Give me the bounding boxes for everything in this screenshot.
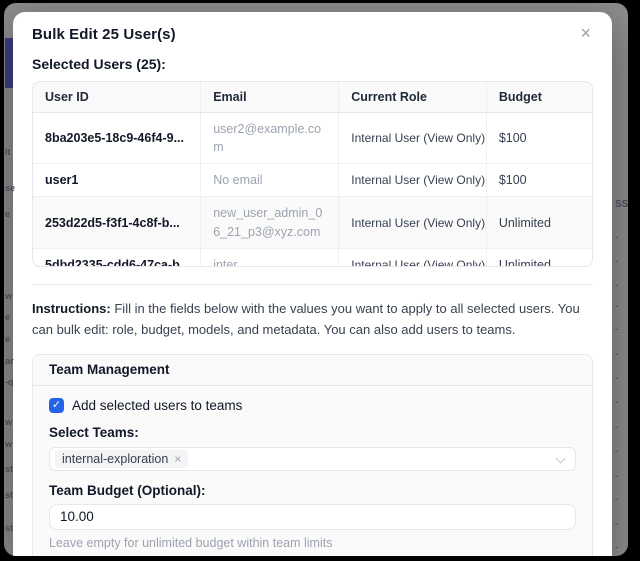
backdrop-text-fragment: w <box>5 418 12 427</box>
team-management-body: ✓ Add selected users to teams Select Tea… <box>33 386 592 556</box>
selected-users-label: Selected Users (25): <box>32 56 593 72</box>
cell-user-id: 253d22d5-f3f1-4c8f-b... <box>33 197 201 248</box>
add-users-checkbox-row[interactable]: ✓ Add selected users to teams <box>49 398 576 413</box>
cell-user-id: 5dbd2335-cdd6-47ca-b... <box>33 248 201 267</box>
table-row: user1 No email Internal User (View Only)… <box>33 164 592 197</box>
col-header-budget: Budget <box>486 82 592 113</box>
selected-team-tag-label: internal-exploration <box>62 451 168 467</box>
cell-budget: $100 <box>486 164 592 197</box>
modal-header: Bulk Edit 25 User(s) × <box>32 26 593 43</box>
selected-team-tag: internal-exploration × <box>55 450 188 468</box>
backdrop-text-fragment: -q <box>5 378 14 387</box>
backdrop-text-fragment: e <box>5 210 10 219</box>
backdrop-text-fragment: - <box>615 472 618 481</box>
section-divider <box>32 284 593 285</box>
backdrop-text-fragment: - <box>615 543 618 552</box>
backdrop-text-fragment: st <box>5 465 13 474</box>
backdrop-text-fragment: - <box>615 233 618 242</box>
dimmed-background-page: Bulk Edit 25 User(s) × Selected Users (2… <box>4 3 628 556</box>
backdrop-text-fragment: SS <box>615 200 628 210</box>
cell-email: user2@example.com <box>201 113 339 164</box>
backdrop-text-fragment: - <box>615 374 618 383</box>
cell-budget: Unlimited <box>486 248 592 267</box>
backdrop-text-fragment: w <box>5 440 12 449</box>
instructions-label: Instructions: <box>32 301 111 316</box>
backdrop-text-fragment: ar <box>5 357 14 366</box>
bulk-edit-modal: Bulk Edit 25 User(s) × Selected Users (2… <box>13 12 612 556</box>
backdrop-text-fragment: - <box>615 520 618 529</box>
col-header-user-id: User ID <box>33 82 201 113</box>
team-budget-label: Team Budget (Optional): <box>49 483 576 498</box>
table-header-row: User ID Email Current Role Budget <box>33 82 592 113</box>
backdrop-text-fragment: - <box>615 495 618 504</box>
backdrop-text-fragment: - <box>615 257 618 266</box>
team-management-section: Team Management ✓ Add selected users to … <box>32 354 593 556</box>
cell-email: No email <box>201 164 339 197</box>
backdrop-text-fragment: lt <box>5 148 11 157</box>
backdrop-text-fragment: - <box>615 350 618 359</box>
cell-role: Internal User (View Only) <box>339 197 487 248</box>
chevron-down-icon[interactable] <box>556 453 566 463</box>
add-users-checkbox[interactable]: ✓ <box>49 398 64 413</box>
cell-user-id: user1 <box>33 164 201 197</box>
team-budget-input[interactable] <box>49 504 576 530</box>
table-row: 253d22d5-f3f1-4c8f-b... new_user_admin_0… <box>33 197 592 248</box>
cell-role: Internal User (View Only) <box>339 248 487 267</box>
budget-helper-text: Leave empty for unlimited budget within … <box>49 536 576 550</box>
backdrop-text-fragment: - <box>615 281 618 290</box>
cell-budget: Unlimited <box>486 197 592 248</box>
instructions-body: Fill in the fields below with the values… <box>32 301 580 337</box>
col-header-email: Email <box>201 82 339 113</box>
backdrop-text-fragment: w <box>5 292 12 301</box>
backdrop-text-fragment: e <box>5 313 10 322</box>
cell-email: new_user_admin_06_21_p3@xyz.com <box>201 197 339 248</box>
backdrop-text-fragment: - <box>615 447 618 456</box>
selected-users-table[interactable]: User ID Email Current Role Budget 8ba203… <box>32 81 593 267</box>
cell-budget: $100 <box>486 113 592 164</box>
modal-title: Bulk Edit 25 User(s) <box>32 26 176 43</box>
select-teams-label: Select Teams: <box>49 425 576 440</box>
backdrop-text-fragment: - <box>615 325 618 334</box>
instructions-text: Instructions: Fill in the fields below w… <box>32 298 593 341</box>
col-header-current-role: Current Role <box>339 82 487 113</box>
backdrop-text-fragment: st <box>5 491 13 500</box>
backdrop-text-fragment: e <box>5 335 10 344</box>
backdrop-text-fragment: - <box>615 423 618 432</box>
cell-role: Internal User (View Only) <box>339 164 487 197</box>
remove-team-tag-icon[interactable]: × <box>174 451 181 467</box>
backdrop-text-fragment: st <box>5 524 13 533</box>
table-row: 5dbd2335-cdd6-47ca-b... inter Internal U… <box>33 248 592 267</box>
close-icon[interactable]: × <box>578 26 593 40</box>
cell-email: inter <box>201 248 339 267</box>
backdrop-text-fragment: se <box>5 184 15 193</box>
team-management-title: Team Management <box>33 355 592 386</box>
backdrop-text-fragment: - <box>615 302 618 311</box>
teams-multiselect[interactable]: internal-exploration × <box>49 447 576 471</box>
table-row: 8ba203e5-18c9-46f4-9... user2@example.co… <box>33 113 592 164</box>
add-users-checkbox-label[interactable]: Add selected users to teams <box>72 398 242 413</box>
cell-role: Internal User (View Only) <box>339 113 487 164</box>
cell-user-id: 8ba203e5-18c9-46f4-9... <box>33 113 201 164</box>
backdrop-text-fragment: - <box>615 398 618 407</box>
